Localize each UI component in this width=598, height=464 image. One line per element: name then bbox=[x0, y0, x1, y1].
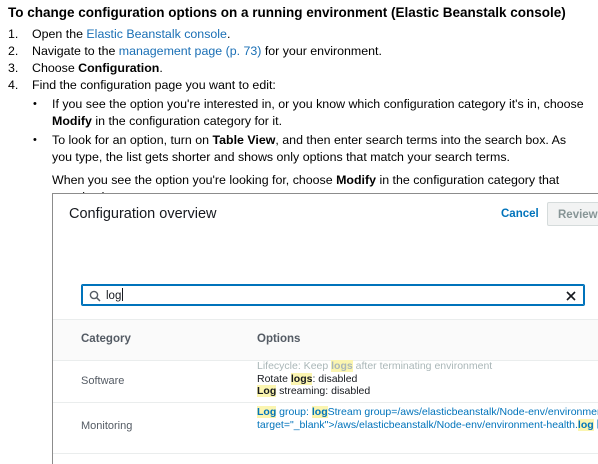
step-text: . bbox=[159, 61, 163, 75]
step-text: for your environment. bbox=[261, 44, 382, 58]
option-text: : disabled bbox=[312, 372, 358, 385]
step-number: 1. bbox=[8, 27, 19, 41]
option-text: target="_blank">/aws/elasticbeanstalk/No… bbox=[257, 418, 578, 431]
option-text: Stream group=/aws/elasticbeanstalk/Node-… bbox=[327, 406, 598, 418]
step-text: . bbox=[226, 27, 231, 41]
page-title: Configuration overview bbox=[69, 206, 217, 222]
search-query: log bbox=[106, 290, 122, 302]
match-highlight: logs bbox=[331, 360, 353, 372]
option-text: streaming: disabled bbox=[276, 385, 371, 397]
option-text: Rotate bbox=[257, 372, 291, 385]
options-cell: Lifecycle: Keep logs after terminating e… bbox=[257, 360, 492, 398]
search-icon bbox=[89, 289, 101, 307]
para-text: When you see the option you're looking f… bbox=[52, 173, 337, 187]
category-cell: Monitoring bbox=[81, 420, 133, 432]
bullet-text: To look for an option, turn on bbox=[52, 133, 213, 147]
bullet-bold: Table View bbox=[212, 133, 276, 147]
step-2: 2. Navigate to the management page (p. 7… bbox=[8, 43, 588, 60]
bullet-icon: • bbox=[33, 134, 37, 146]
table-row: Monitoring Log group: logStream group=/a… bbox=[53, 403, 598, 454]
option-text: Lifecycle: Keep bbox=[257, 360, 332, 372]
step-number: 4. bbox=[8, 78, 19, 92]
sub-bullets: • If you see the option you're intereste… bbox=[8, 96, 588, 166]
para-bold: Modify bbox=[336, 173, 377, 187]
option-line[interactable]: Log group: logStream group=/aws/elasticb… bbox=[257, 406, 598, 419]
step-1: 1. Open the Elastic Beanstalk console. bbox=[8, 26, 588, 43]
step-text: Choose bbox=[32, 61, 79, 75]
option-line: Rotate logs: disabled bbox=[257, 372, 492, 386]
option-line: Log streaming: disabled bbox=[257, 385, 492, 398]
search-input[interactable]: log bbox=[81, 284, 585, 306]
step-bold: Configuration bbox=[78, 61, 160, 75]
category-header: Category bbox=[81, 333, 131, 345]
step-text: Find the configuration page you want to … bbox=[32, 78, 276, 92]
option-line[interactable]: target="_blank">/aws/elasticbeanstalk/No… bbox=[257, 418, 598, 432]
step-text: Navigate to the bbox=[32, 44, 119, 58]
bullet-bold: Modify bbox=[52, 114, 92, 128]
review-button[interactable]: Review c bbox=[547, 202, 598, 226]
text-caret bbox=[122, 288, 124, 301]
configuration-overview-screenshot: Configuration overview Cancel Review c l… bbox=[52, 193, 598, 464]
management-page-link[interactable]: management page (p. 73) bbox=[119, 44, 262, 58]
step-3: 3. Choose Configuration. bbox=[8, 60, 588, 77]
bullet-item: • If you see the option you're intereste… bbox=[8, 96, 588, 130]
table-row: Software Lifecycle: Keep logs after term… bbox=[53, 360, 598, 403]
bullet-text: in the configuration category for it. bbox=[91, 114, 283, 128]
match-highlight: Log bbox=[257, 385, 277, 397]
bullet-icon: • bbox=[33, 98, 37, 110]
category-cell: Software bbox=[81, 375, 125, 387]
option-text: group: bbox=[276, 406, 312, 418]
option-line: Lifecycle: Keep logs after terminating e… bbox=[257, 360, 492, 373]
bullet-text: If you see the option you're interested … bbox=[52, 97, 584, 111]
console-link[interactable]: Elastic Beanstalk console bbox=[86, 27, 227, 41]
match-highlight: Log bbox=[257, 406, 277, 418]
step-4: 4. Find the configuration page you want … bbox=[8, 77, 588, 94]
match-highlight: log bbox=[311, 406, 328, 418]
step-number: 2. bbox=[8, 44, 19, 58]
close-icon[interactable] bbox=[565, 289, 577, 307]
step-number: 3. bbox=[8, 61, 19, 75]
steps-list: 1. Open the Elastic Beanstalk console. 2… bbox=[8, 26, 588, 206]
match-highlight: log bbox=[577, 418, 594, 431]
bullet-item: • To look for an option, turn on Table V… bbox=[8, 132, 588, 166]
option-text: after terminating environment bbox=[352, 360, 493, 372]
step-text: Open the bbox=[32, 27, 87, 41]
match-highlight: logs bbox=[290, 372, 313, 385]
table-header: Category Options bbox=[53, 319, 598, 361]
cancel-button[interactable]: Cancel bbox=[501, 208, 539, 220]
options-cell: Log group: logStream group=/aws/elasticb… bbox=[257, 406, 598, 431]
procedure-heading: To change configuration options on a run… bbox=[8, 5, 566, 20]
search-value: log bbox=[106, 288, 124, 302]
options-header: Options bbox=[257, 333, 301, 345]
